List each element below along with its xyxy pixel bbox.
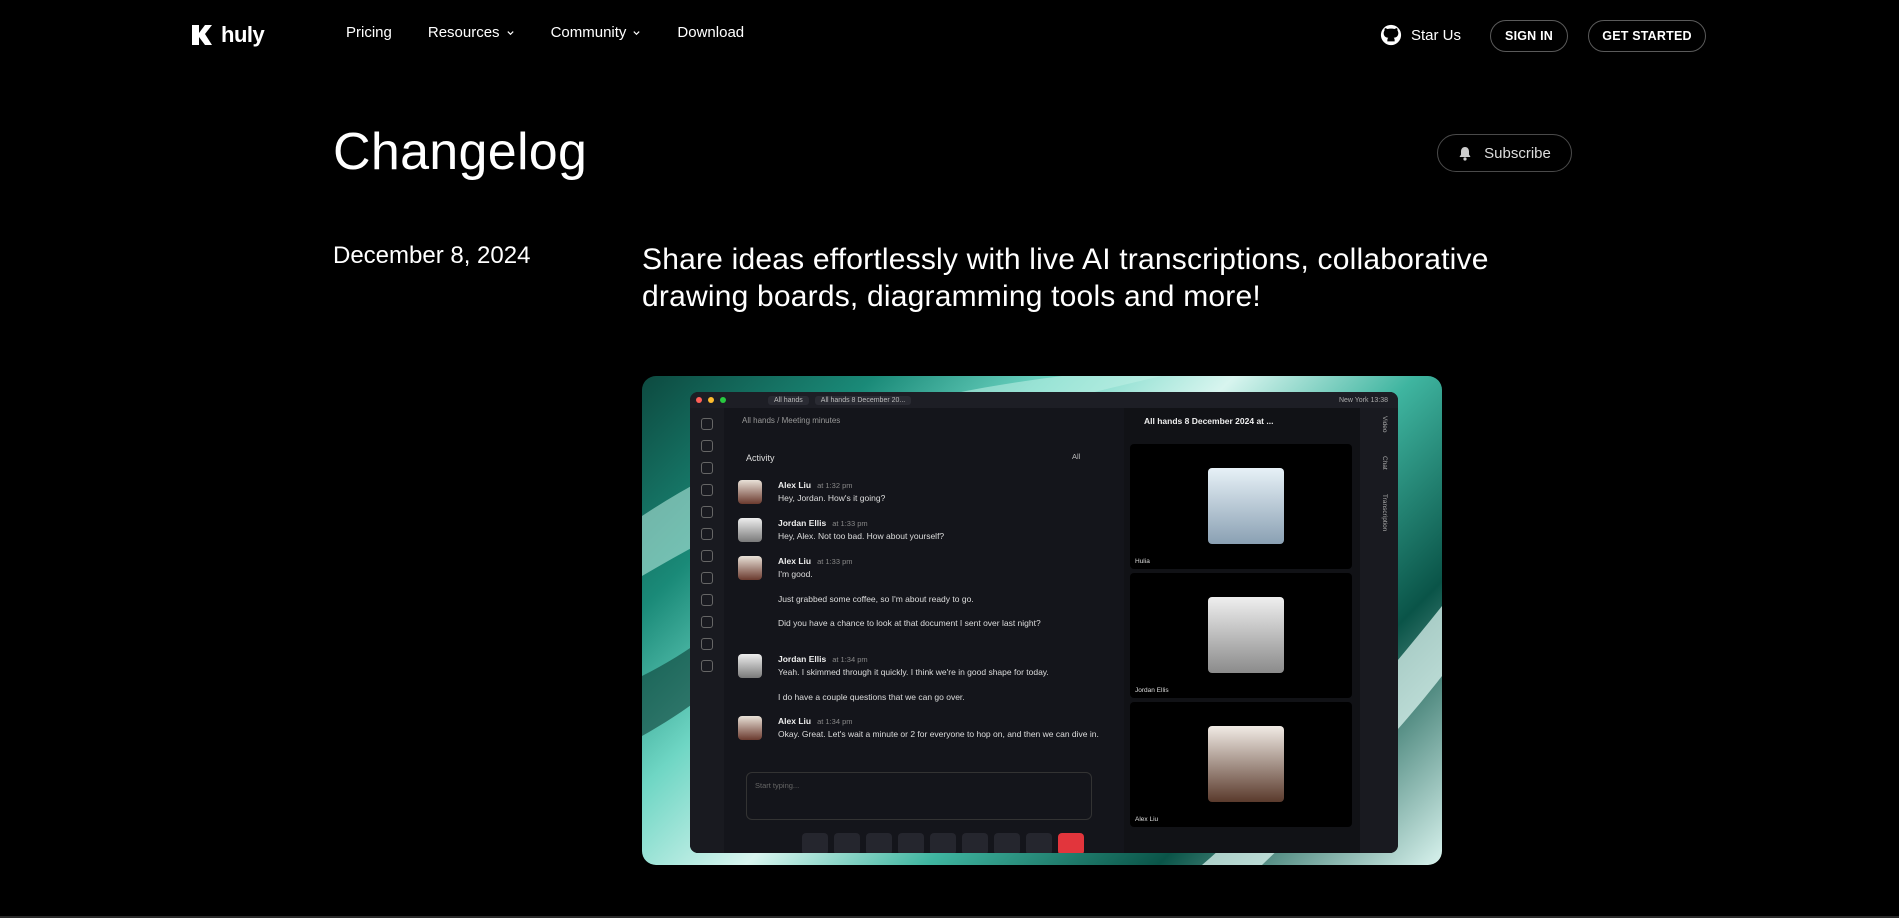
call-toolbar — [802, 833, 1084, 853]
share-button[interactable] — [802, 833, 828, 853]
nav-link-resources[interactable]: Resources — [428, 24, 515, 41]
rail-icon[interactable] — [701, 484, 713, 496]
more-button[interactable] — [1026, 833, 1052, 853]
rail-icon[interactable] — [701, 638, 713, 650]
message-author: Alex Liu at 1:34 pm — [778, 716, 853, 726]
nav-links: Pricing Resources Community Download — [346, 24, 744, 41]
avatar — [738, 716, 762, 740]
rail-icon[interactable] — [701, 528, 713, 540]
message-text: Hey, Alex. Not too bad. How about yourse… — [778, 531, 945, 541]
rail-icon[interactable] — [701, 506, 713, 518]
rail-icon[interactable] — [701, 616, 713, 628]
participant-avatar — [1208, 468, 1284, 544]
participant-name: Jordan Ellis — [1135, 687, 1169, 694]
release-screenshot: All hands All hands 8 December 20... New… — [642, 376, 1442, 865]
message-text: Hey, Jordan. How's it going? — [778, 493, 886, 503]
activity-heading: Activity — [746, 453, 775, 463]
app-tab-all-hands[interactable]: All hands — [768, 395, 809, 405]
rail-icon[interactable] — [701, 462, 713, 474]
breadcrumb: All hands / Meeting minutes — [742, 416, 841, 425]
app-window: All hands All hands 8 December 20... New… — [690, 392, 1398, 853]
avatar — [738, 654, 762, 678]
fullscreen-button[interactable] — [994, 833, 1020, 853]
avatar — [738, 556, 762, 580]
nav-link-label: Resources — [427, 24, 500, 41]
subscribe-label: Subscribe — [1484, 144, 1551, 162]
participant-avatar — [1208, 597, 1284, 673]
message-author: Jordan Ellis at 1:33 pm — [778, 518, 868, 528]
rail-icon[interactable] — [701, 418, 713, 430]
side-tab-transcription[interactable]: Transcription — [1381, 494, 1388, 531]
logo[interactable]: huly — [189, 22, 265, 48]
side-tab-chat[interactable]: Chat — [1381, 456, 1388, 470]
app-tab-meeting[interactable]: All hands 8 December 20... — [814, 395, 912, 405]
participant-tile: Jordan Ellis — [1130, 573, 1352, 698]
window-zoom-dot[interactable] — [720, 397, 726, 403]
video-title: All hands 8 December 2024 at ... — [1144, 416, 1274, 426]
leave-call-button[interactable] — [1058, 833, 1084, 853]
rail-icon[interactable] — [701, 660, 713, 672]
nav-link-pricing[interactable]: Pricing — [346, 24, 392, 41]
screen-share-button[interactable] — [898, 833, 924, 853]
chat-panel: All hands / Meeting minutes Activity All… — [724, 408, 1124, 853]
nav-link-label: Pricing — [346, 24, 392, 41]
message-text: Just grabbed some coffee, so I'm about r… — [778, 594, 974, 604]
message-author: Jordan Ellis at 1:34 pm — [778, 654, 868, 664]
draw-button[interactable] — [962, 833, 988, 853]
participant-tile: Hulia — [1130, 444, 1352, 569]
star-us-link[interactable]: Star Us — [1380, 24, 1461, 46]
video-panel: All hands 8 December 2024 at ... Hulia J… — [1124, 408, 1360, 853]
chevron-down-icon — [633, 31, 641, 36]
side-tab-video[interactable]: Video — [1381, 416, 1388, 433]
chevron-down-icon — [506, 31, 514, 36]
window-minimize-dot[interactable] — [708, 397, 714, 403]
filter-all[interactable]: All — [1072, 452, 1080, 461]
nav-link-community[interactable]: Community — [551, 24, 642, 41]
star-us-label: Star Us — [1411, 26, 1462, 44]
app-sidebar-rail — [690, 408, 724, 853]
message-text: I do have a couple questions that we can… — [778, 692, 965, 702]
page-title: Changelog — [333, 123, 588, 181]
message-composer[interactable]: Start typing... — [746, 772, 1092, 820]
rail-icon[interactable] — [701, 550, 713, 562]
window-close-dot[interactable] — [696, 397, 702, 403]
camera-button[interactable] — [866, 833, 892, 853]
message-text: Yeah. I skimmed through it quickly. I th… — [778, 667, 1049, 677]
composer-placeholder: Start typing... — [755, 781, 800, 790]
rail-icon[interactable] — [701, 572, 713, 584]
app-titlebar: All hands All hands 8 December 20... New… — [690, 392, 1398, 408]
subscribe-button[interactable]: Subscribe — [1437, 134, 1572, 172]
huly-logo-icon — [192, 25, 212, 45]
message-author: Alex Liu at 1:32 pm — [778, 480, 853, 490]
participant-tile: Alex Liu — [1130, 702, 1352, 827]
nav-link-label: Community — [550, 24, 627, 41]
entry-headline: Share ideas effortlessly with live AI tr… — [642, 243, 1489, 313]
get-started-button[interactable]: GET STARTED — [1588, 20, 1706, 52]
message-author: Alex Liu at 1:33 pm — [778, 556, 853, 566]
nav-link-download[interactable]: Download — [677, 24, 744, 41]
rail-icon[interactable] — [701, 594, 713, 606]
message-text: Okay. Great. Let's wait a minute or 2 fo… — [778, 729, 1099, 739]
logo-text: huly — [221, 22, 265, 47]
avatar — [738, 518, 762, 542]
participant-name: Hulia — [1135, 558, 1150, 565]
location-clock: New York 13:38 — [1338, 396, 1388, 404]
avatar — [738, 480, 762, 504]
top-navigation: huly Pricing Resources Community Downloa… — [0, 0, 1899, 72]
message-text: I'm good. — [778, 569, 813, 579]
right-side-strip: Video Chat Transcription — [1360, 408, 1398, 853]
nav-link-label: Download — [677, 24, 745, 41]
github-icon — [1380, 24, 1402, 46]
sign-in-button[interactable]: SIGN IN — [1490, 20, 1568, 52]
rail-icon[interactable] — [701, 440, 713, 452]
mic-button[interactable] — [834, 833, 860, 853]
bell-icon — [1459, 146, 1471, 161]
entry-date: December 8, 2024 — [333, 242, 531, 269]
message-text: Did you have a chance to look at that do… — [778, 618, 1041, 628]
record-button[interactable] — [930, 833, 956, 853]
participant-avatar — [1208, 726, 1284, 802]
participant-name: Alex Liu — [1135, 816, 1159, 823]
